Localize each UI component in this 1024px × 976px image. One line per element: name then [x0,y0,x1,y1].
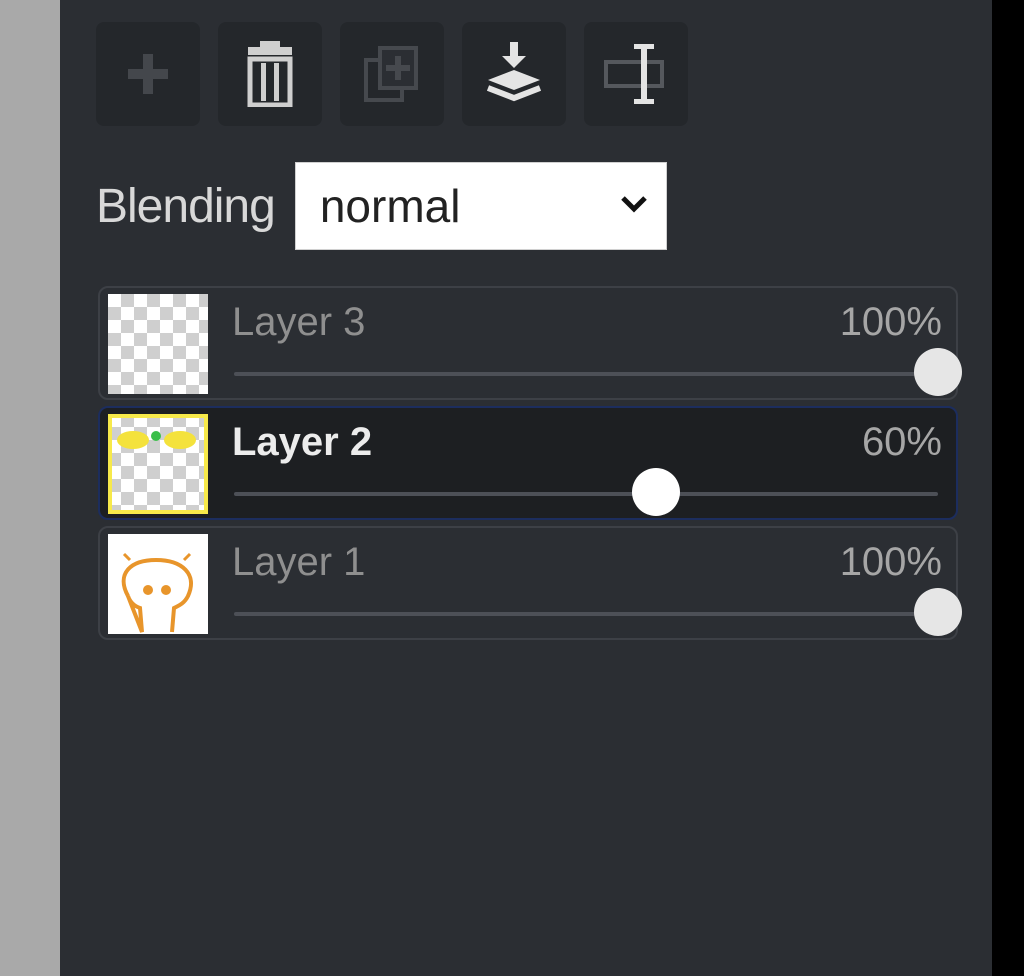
layer-row[interactable]: Layer 3 100% [98,286,962,400]
chevron-down-icon [620,194,648,219]
layers-panel: Blending normal Layer 3 100% Layer 2 60%… [60,0,992,976]
layer-opacity-value: 60% [861,420,942,464]
layer-name: Layer 2 [232,420,373,464]
plus-icon [124,50,172,98]
window-edge [992,0,1024,976]
layer-row[interactable]: Layer 2 60% [98,406,958,520]
opacity-slider-handle[interactable] [914,348,962,396]
layer-thumbnail [108,534,208,634]
opacity-slider[interactable] [234,348,962,396]
duplicate-layer-button[interactable] [340,22,444,126]
duplicate-icon [362,44,422,104]
layer-list: Layer 3 100% Layer 2 60% Layer 1 100% [98,286,962,646]
merge-down-button[interactable] [462,22,566,126]
opacity-slider-handle[interactable] [914,588,962,636]
rename-layer-button[interactable] [584,22,688,126]
layer-row[interactable]: Layer 1 100% [98,526,962,640]
layer-thumbnail [108,414,208,514]
layer-toolbar [96,22,688,126]
blending-value: normal [319,180,461,232]
layer-name: Layer 3 [232,300,366,344]
blending-row: Blending normal [96,162,667,250]
layer-opacity-value: 100% [839,300,942,344]
add-layer-button[interactable] [96,22,200,126]
blending-label: Blending [96,179,276,233]
opacity-slider-handle[interactable] [632,468,681,516]
rename-icon [604,42,668,106]
opacity-slider[interactable] [234,468,938,516]
trash-icon [246,41,294,107]
layer-opacity-value: 100% [839,540,942,584]
layer-thumbnail [108,294,208,394]
blending-select[interactable]: normal [294,162,667,250]
canvas-edge [0,0,60,976]
delete-layer-button[interactable] [218,22,322,126]
opacity-slider[interactable] [234,588,962,636]
merge-down-icon [484,42,544,106]
layer-name: Layer 1 [232,540,366,584]
